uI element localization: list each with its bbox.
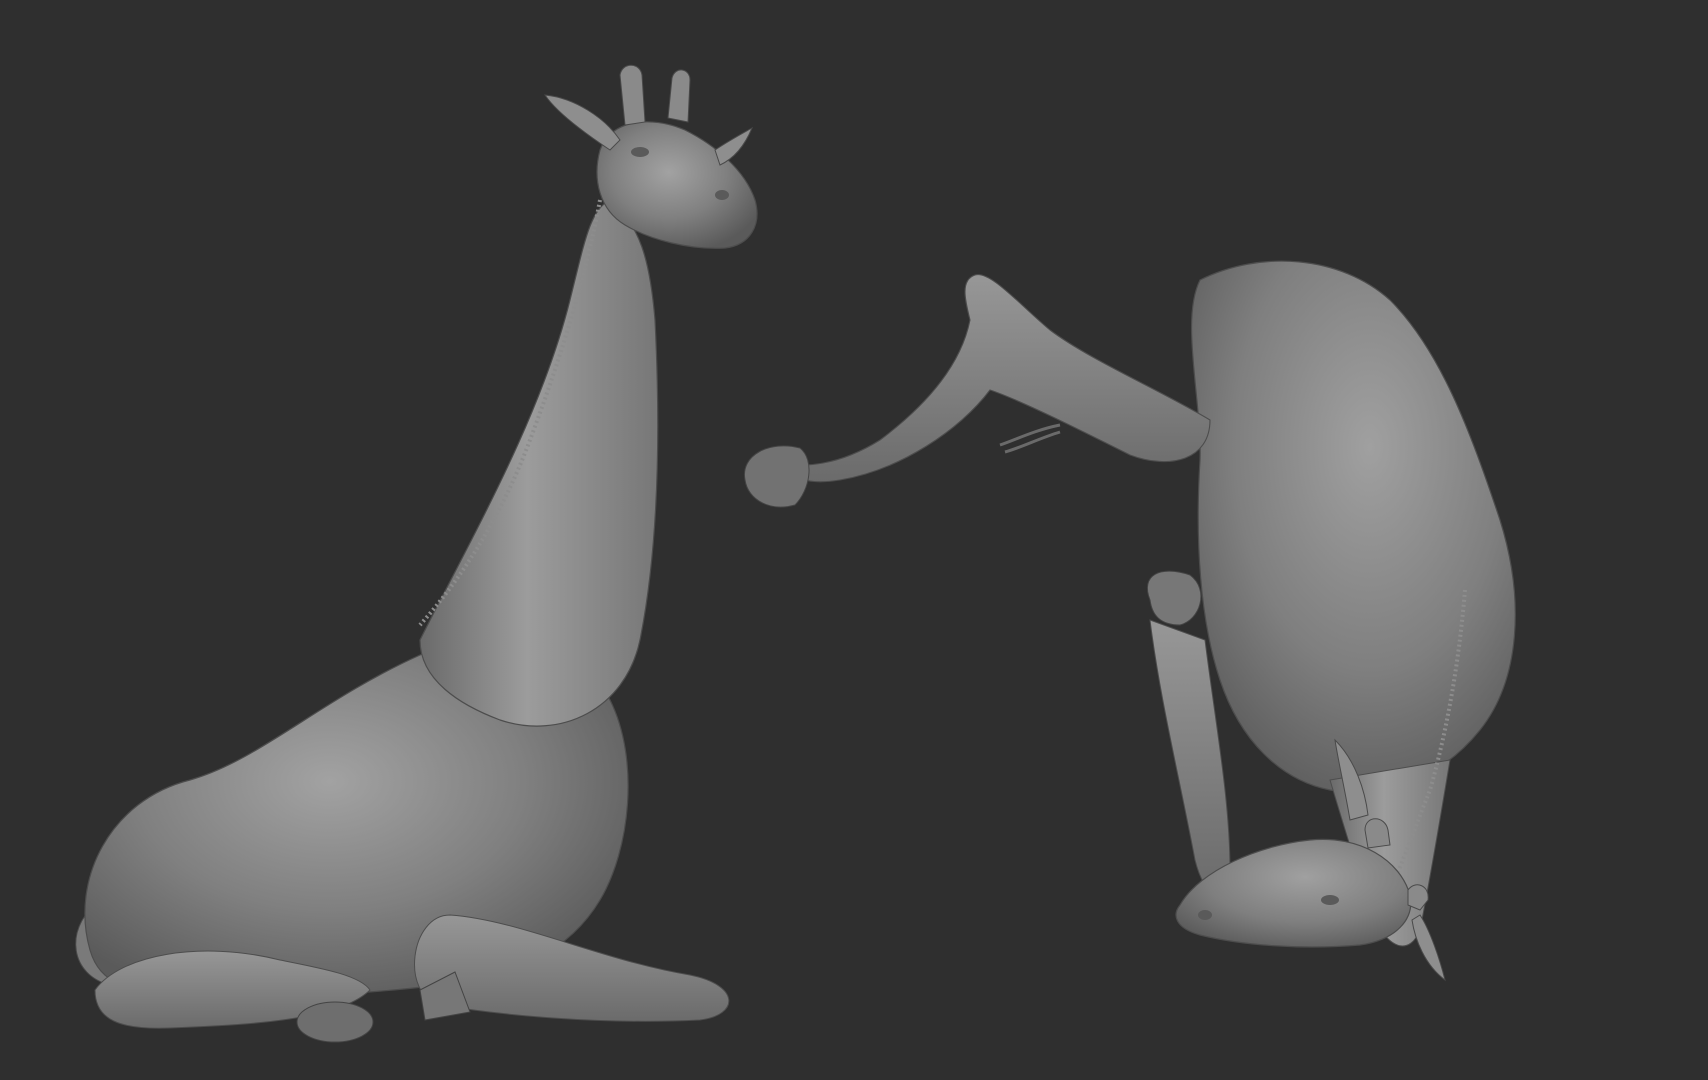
giraffe-hoof <box>1147 570 1202 626</box>
giraffe-eye <box>1321 895 1339 905</box>
giraffe-ossicone <box>667 69 691 123</box>
giraffe-eye <box>631 147 649 157</box>
3d-viewport[interactable] <box>0 0 1708 1080</box>
giraffe-ear <box>714 126 754 166</box>
giraffe-tail <box>999 423 1061 454</box>
giraffe-raised-leg <box>778 274 1211 483</box>
inverted-giraffe-model[interactable] <box>744 260 1516 982</box>
giraffe-hoof <box>744 445 810 508</box>
giraffe-nostril <box>1198 910 1212 920</box>
giraffe-hoof <box>296 1001 374 1043</box>
giraffe-nostril <box>715 190 729 200</box>
seated-giraffe-model[interactable] <box>75 64 758 1043</box>
giraffe-neck <box>419 199 659 727</box>
giraffe-ear <box>1411 914 1446 982</box>
giraffe-ossicone <box>1407 884 1429 911</box>
giraffe-ear <box>543 94 621 151</box>
giraffe-ossicone <box>619 64 646 126</box>
viewport-canvas[interactable] <box>0 0 1708 1080</box>
giraffe-body <box>1191 260 1516 794</box>
